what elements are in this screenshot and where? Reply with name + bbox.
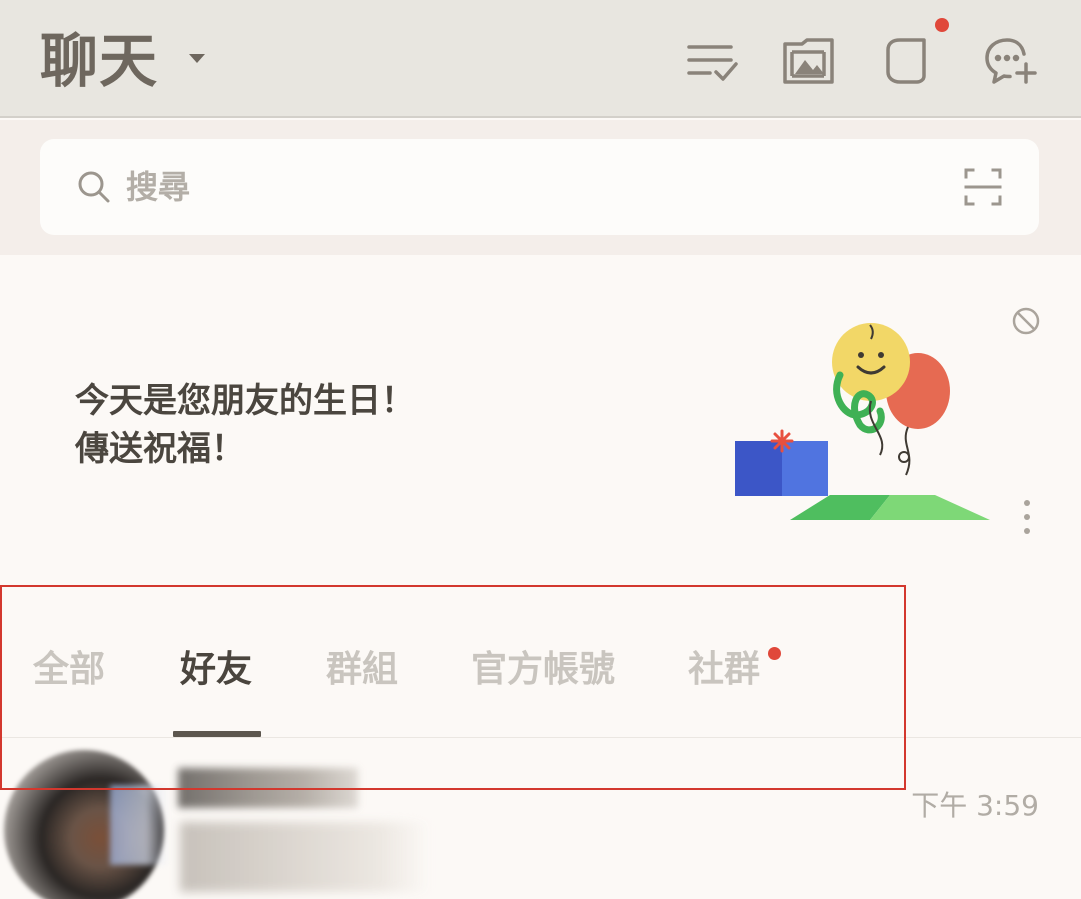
banner-line-2: 傳送祝福！ — [75, 429, 245, 469]
chat-filter-tabs: 全部 好友 群組 官方帳號 社群 — [0, 620, 1081, 738]
new-chat-icon[interactable] — [982, 32, 1040, 90]
tab-official-accounts[interactable]: 官方帳號 — [471, 648, 615, 692]
active-tab-indicator — [173, 731, 261, 737]
banner-message: 今天是您朋友的生日！ 傳送祝福！ — [75, 377, 415, 473]
chat-timestamp: 下午 3:59 — [911, 789, 1039, 822]
birthday-illustration — [730, 315, 1000, 525]
search-box[interactable] — [40, 139, 1039, 235]
page-title[interactable]: 聊天 — [40, 26, 158, 96]
notification-dot — [935, 18, 949, 32]
open-chat-icon[interactable] — [880, 32, 938, 90]
tab-groups[interactable]: 群組 — [326, 648, 398, 692]
search-band — [0, 120, 1081, 255]
dismiss-banner-icon[interactable] — [1010, 305, 1042, 337]
edit-chats-icon[interactable] — [684, 32, 742, 90]
redacted-name — [178, 768, 358, 808]
album-icon[interactable] — [780, 32, 838, 90]
tab-friends[interactable]: 好友 — [180, 648, 252, 692]
header-bar: 聊天 — [0, 0, 1081, 118]
tab-badge-dot — [768, 647, 781, 660]
tab-all[interactable]: 全部 — [33, 648, 105, 692]
chevron-down-icon[interactable] — [185, 46, 209, 70]
search-input[interactable] — [126, 161, 906, 213]
tab-communities[interactable]: 社群 — [688, 648, 760, 692]
qr-scan-icon[interactable] — [963, 167, 1003, 207]
redacted-message-preview — [180, 822, 430, 892]
banner-line-1: 今天是您朋友的生日！ — [75, 381, 415, 421]
more-options-icon[interactable] — [1013, 497, 1041, 537]
chat-screen: 聊天 搜尋 今天是您朋友的生日！ 傳送祝福！ 全部 好友 群組 官方帳號 社群 … — [0, 0, 1081, 899]
avatar-redaction — [110, 785, 170, 865]
birthday-banner[interactable]: 今天是您朋友的生日！ 傳送祝福！ — [0, 255, 1081, 575]
chat-list-item[interactable]: 下午 3:59 — [0, 740, 1081, 899]
search-icon — [76, 169, 112, 205]
